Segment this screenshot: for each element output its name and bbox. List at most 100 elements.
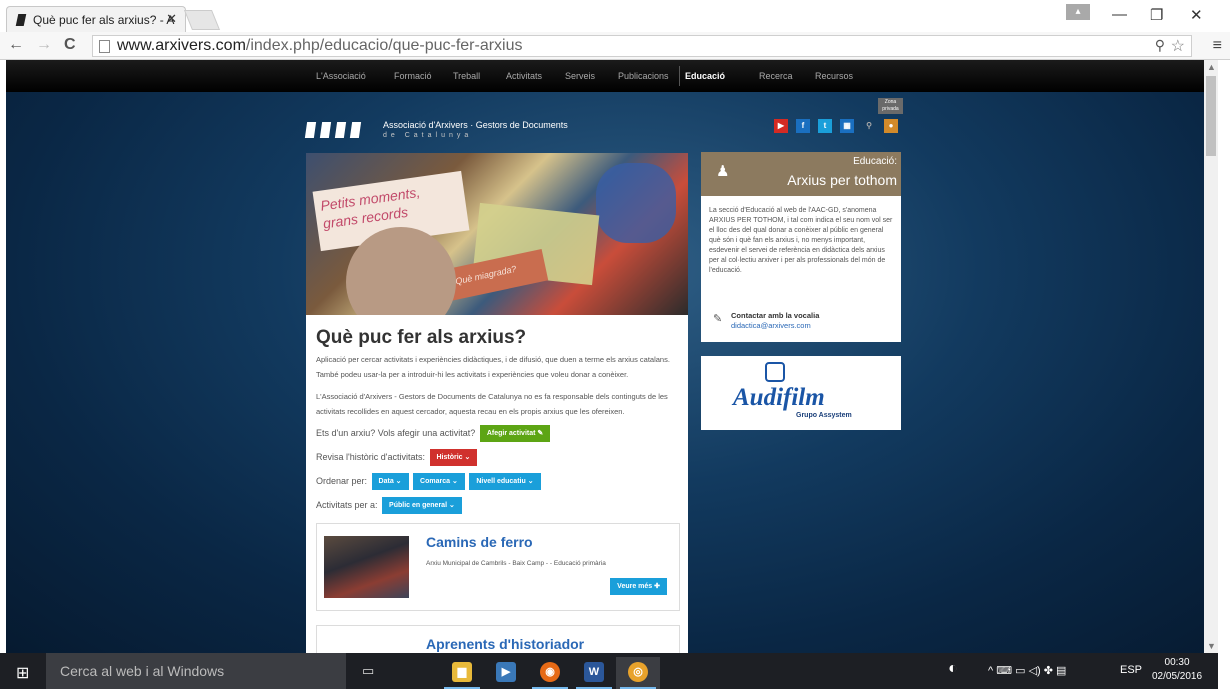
reload-button[interactable]: C <box>64 36 76 54</box>
user-profile-button[interactable]: ▴ <box>1066 4 1090 20</box>
firefox-icon[interactable]: ◉ <box>528 657 572 689</box>
activity-meta: Arxiu Municipal de Cambrils - Baix Camp … <box>426 560 606 567</box>
sponsor-sub: Grupo Assystem <box>796 412 852 419</box>
scroll-up-icon[interactable]: ▲ <box>1207 62 1216 72</box>
tab-title: Què puc fer als arxius? - A <box>33 13 175 27</box>
page-icon <box>99 40 110 53</box>
activity-title[interactable]: Camins de ferro <box>426 534 533 550</box>
history-button[interactable]: Històric ⌄ <box>429 449 478 466</box>
url-host: www.arxivers.com <box>117 37 246 54</box>
page-title: Què puc fer als arxius? <box>316 327 527 348</box>
url-path: /index.php/educacio/que-puc-fer-arxius <box>245 37 523 54</box>
audience-button[interactable]: Públic en general ⌄ <box>382 497 462 514</box>
bottom-edge <box>0 689 1230 695</box>
order-prompt: Ordenar per: <box>316 475 368 486</box>
nav-item-associacio[interactable]: L'Associació <box>316 71 366 81</box>
sponsor-name: Audifilm <box>733 384 825 411</box>
url-bar[interactable]: www.arxivers.com/index.php/educacio/que-… <box>92 35 1192 57</box>
contact-label: Contactar amb la vocalia <box>731 311 820 320</box>
intro-text: Aplicació per cercar activitats i experi… <box>316 355 670 379</box>
address-toolbar: ← → C www.arxivers.com/index.php/educaci… <box>0 32 1230 60</box>
nav-divider <box>679 66 680 86</box>
back-button[interactable]: ← <box>8 36 24 54</box>
nav-item-recursos[interactable]: Recursos <box>815 71 853 81</box>
scroll-down-icon[interactable]: ▼ <box>1207 641 1216 651</box>
education-header: ♟ Educació: Arxius per tothom <box>701 152 901 196</box>
activity-card: Camins de ferro Arxiu Municipal de Cambr… <box>316 523 680 611</box>
browser-tab[interactable]: Què puc fer als arxius? - A ✕ <box>6 6 186 32</box>
description-text: La secció d'Educació al web de l'AAC-GD,… <box>709 207 893 274</box>
nav-item-activitats[interactable]: Activitats <box>506 71 542 81</box>
close-tab-icon[interactable]: ✕ <box>166 11 177 27</box>
nav-item-publicacions[interactable]: Publicacions <box>618 71 669 81</box>
audience-row: Activitats per a: Públic en general ⌄ <box>316 497 462 514</box>
calendar-icon[interactable]: ▦ <box>840 119 854 133</box>
nav-item-serveis[interactable]: Serveis <box>565 71 595 81</box>
taskbar-search[interactable]: Cerca al web i al Windows <box>46 653 346 689</box>
education-description: La secció d'Educació al web de l'AAC-GD,… <box>701 196 901 342</box>
file-explorer-icon[interactable]: ▆ <box>440 657 484 689</box>
order-date-button[interactable]: Data ⌄ <box>371 473 409 490</box>
language-indicator[interactable]: ESP <box>1120 664 1142 676</box>
hamburger-icon[interactable]: ≡ <box>1213 37 1222 55</box>
task-view-icon[interactable]: ▭ <box>362 663 374 679</box>
logo-mark[interactable] <box>304 122 366 143</box>
order-row: Ordenar per: Data ⌄ Comarca ⌄ Nivell edu… <box>316 473 541 490</box>
vertical-scrollbar[interactable]: ▲ ▼ <box>1204 60 1218 653</box>
sponsor-icon <box>765 362 785 382</box>
twitter-icon[interactable]: t <box>818 119 832 133</box>
clock-date: 02/05/2016 <box>1152 671 1203 682</box>
add-activity-row: Ets d'un arxiu? Vols afegir una activita… <box>316 425 551 442</box>
order-comarca-button[interactable]: Comarca ⌄ <box>413 473 465 490</box>
zoom-icon[interactable]: ⚲ <box>1155 37 1165 54</box>
activity-card: Aprenents d'historiador <box>316 625 680 653</box>
history-row: Revisa l'històric d'activitats: Històric… <box>316 449 478 466</box>
org-region: de Catalunya <box>383 132 473 139</box>
section-title: Arxius per tothom <box>787 172 897 188</box>
new-tab-button[interactable] <box>183 10 221 30</box>
forward-button[interactable]: → <box>36 36 52 54</box>
system-clock[interactable]: 00:30 02/05/2016 <box>1152 656 1202 684</box>
org-name[interactable]: Associació d'Arxivers · Gestors de Docum… <box>383 120 568 130</box>
facebook-icon[interactable]: f <box>796 119 810 133</box>
activity-title[interactable]: Aprenents d'historiador <box>426 636 584 652</box>
windows-start-icon[interactable]: ⊞ <box>16 663 29 683</box>
minimize-button[interactable]: — <box>1112 6 1127 23</box>
nav-item-educacio[interactable]: Educació <box>685 71 725 81</box>
private-zone-label[interactable]: Zona privada <box>878 98 903 114</box>
star-icon[interactable]: ☆ <box>1171 36 1185 56</box>
user-icon[interactable]: ● <box>884 119 898 133</box>
tab-bar: Què puc fer als arxius? - A ✕ ▴ — ❐ ✕ <box>0 0 1230 32</box>
contact-email[interactable]: didactica@arxivers.com <box>731 321 811 330</box>
scroll-thumb[interactable] <box>1206 76 1216 156</box>
chrome-icon[interactable]: ◎ <box>616 657 660 689</box>
clock-time: 00:30 <box>1164 657 1190 668</box>
word-icon[interactable]: W <box>572 657 616 689</box>
see-more-button[interactable]: Veure més ✚ <box>610 578 667 595</box>
taskbar: ⊞ Cerca al web i al Windows ▭ ▆ ▶ ◉ W ◎ … <box>0 653 1218 689</box>
history-prompt: Revisa l'històric d'activitats: <box>316 451 425 462</box>
people-icon: ♟ <box>716 163 730 180</box>
audience-prompt: Activitats per a: <box>316 499 378 510</box>
page-viewport: L'Associació Formació Treball Activitats… <box>6 60 1204 653</box>
nav-item-recerca[interactable]: Recerca <box>759 71 793 81</box>
add-activity-button[interactable]: Afegir activitat ✎ <box>479 425 551 442</box>
nav-item-treball[interactable]: Treball <box>453 71 480 81</box>
tray-icons[interactable]: ^ ⌨ ▭ ◁) ✤ ▤ <box>988 664 1066 677</box>
section-label: Educació: <box>853 156 897 167</box>
youtube-icon[interactable]: ▶ <box>774 119 788 133</box>
sponsor-banner[interactable]: Audifilm Grupo Assystem <box>701 356 901 430</box>
media-player-icon[interactable]: ▶ <box>484 657 528 689</box>
nav-item-formacio[interactable]: Formació <box>394 71 432 81</box>
close-window-button[interactable]: ✕ <box>1190 6 1203 24</box>
disclaimer-text: L'Associació d'Arxivers - Gestors de Doc… <box>316 392 668 416</box>
network-status-icon[interactable]: ◐ <box>948 660 958 678</box>
add-prompt: Ets d'un arxiu? Vols afegir una activita… <box>316 427 476 438</box>
search-icon[interactable]: ⚲ <box>862 119 876 133</box>
order-level-button[interactable]: Nivell educatiu ⌄ <box>469 473 541 490</box>
hero-image: Petits moments, grans records Què miagra… <box>306 153 688 315</box>
activity-thumbnail[interactable] <box>324 536 409 598</box>
main-content: Què puc fer als arxius? Aplicació per ce… <box>306 315 688 653</box>
restore-button[interactable]: ❐ <box>1150 6 1163 24</box>
site-nav: L'Associació Formació Treball Activitats… <box>6 60 1204 92</box>
